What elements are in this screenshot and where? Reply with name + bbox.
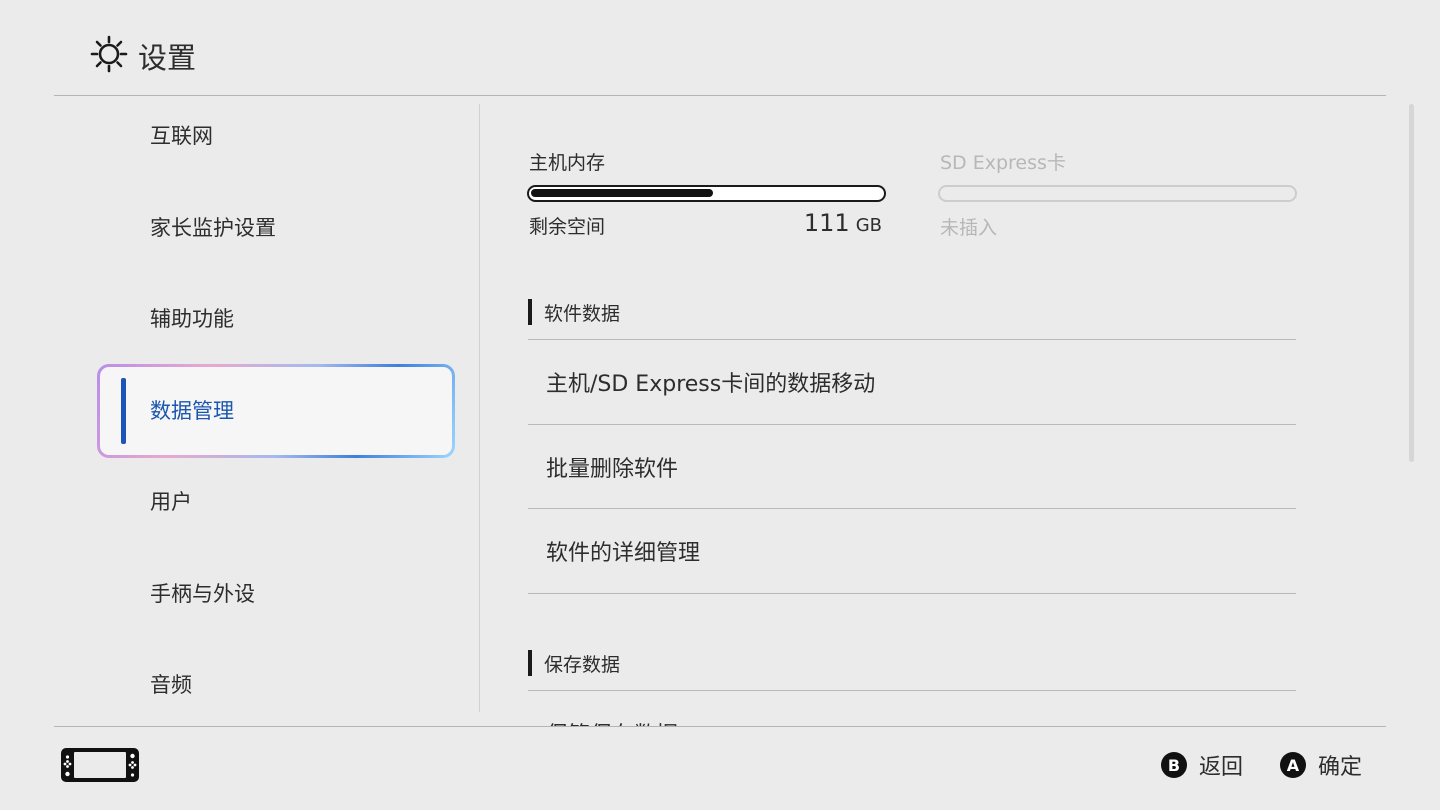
confirm-label: 确定 [1318,755,1363,780]
back-button[interactable]: B 返回 [1161,748,1243,782]
page-title: 设置 [138,41,197,75]
footer-divider [54,726,1386,727]
b-button-icon: B [1161,752,1187,778]
sidebar-item-audio[interactable]: 音频 [150,665,192,705]
back-label: 返回 [1199,755,1244,780]
scrollbar[interactable] [1409,104,1414,462]
software-details-button[interactable]: 软件的详细管理 [528,509,1296,593]
sidebar-item-users[interactable]: 用户 [150,482,192,522]
sidebar-item-controllers[interactable]: 手柄与外设 [150,574,255,614]
console-icon [60,747,140,783]
section-title: 保存数据 [544,653,621,676]
section-title: 软件数据 [544,302,621,325]
selection-indicator [121,378,126,444]
manage-save-data-button[interactable]: 保管保存数据 [528,691,1296,726]
sun-settings-icon [90,35,128,77]
sidebar-item-accessibility[interactable]: 辅助功能 [150,299,234,339]
confirm-button[interactable]: A 确定 [1280,748,1362,782]
divider [528,593,1296,594]
software-data-heading: 软件数据 [528,299,620,325]
a-button-icon: A [1280,752,1306,778]
sidebar-item-parental-controls[interactable]: 家长监护设置 [150,208,276,248]
sidebar-item-internet[interactable]: 互联网 [150,116,213,156]
bulk-delete-software-button[interactable]: 批量删除软件 [528,425,1296,509]
content-scroll-area: 软件数据 主机/SD Express卡间的数据移动 批量删除软件 软件的详细管理… [480,96,1360,726]
move-data-button[interactable]: 主机/SD Express卡间的数据移动 [528,340,1296,424]
sidebar-item-data-management[interactable]: 数据管理 [97,364,455,458]
section-marker [528,299,532,325]
save-data-heading: 保存数据 [528,650,620,676]
settings-screen: 设置 互联网 家长监护设置 辅助功能 数据管理 用户 手柄与外设 音频 主机内存… [0,0,1440,810]
section-marker [528,650,532,676]
sidebar-item-label: 数据管理 [150,399,234,423]
page-header: 设置 [90,34,196,78]
